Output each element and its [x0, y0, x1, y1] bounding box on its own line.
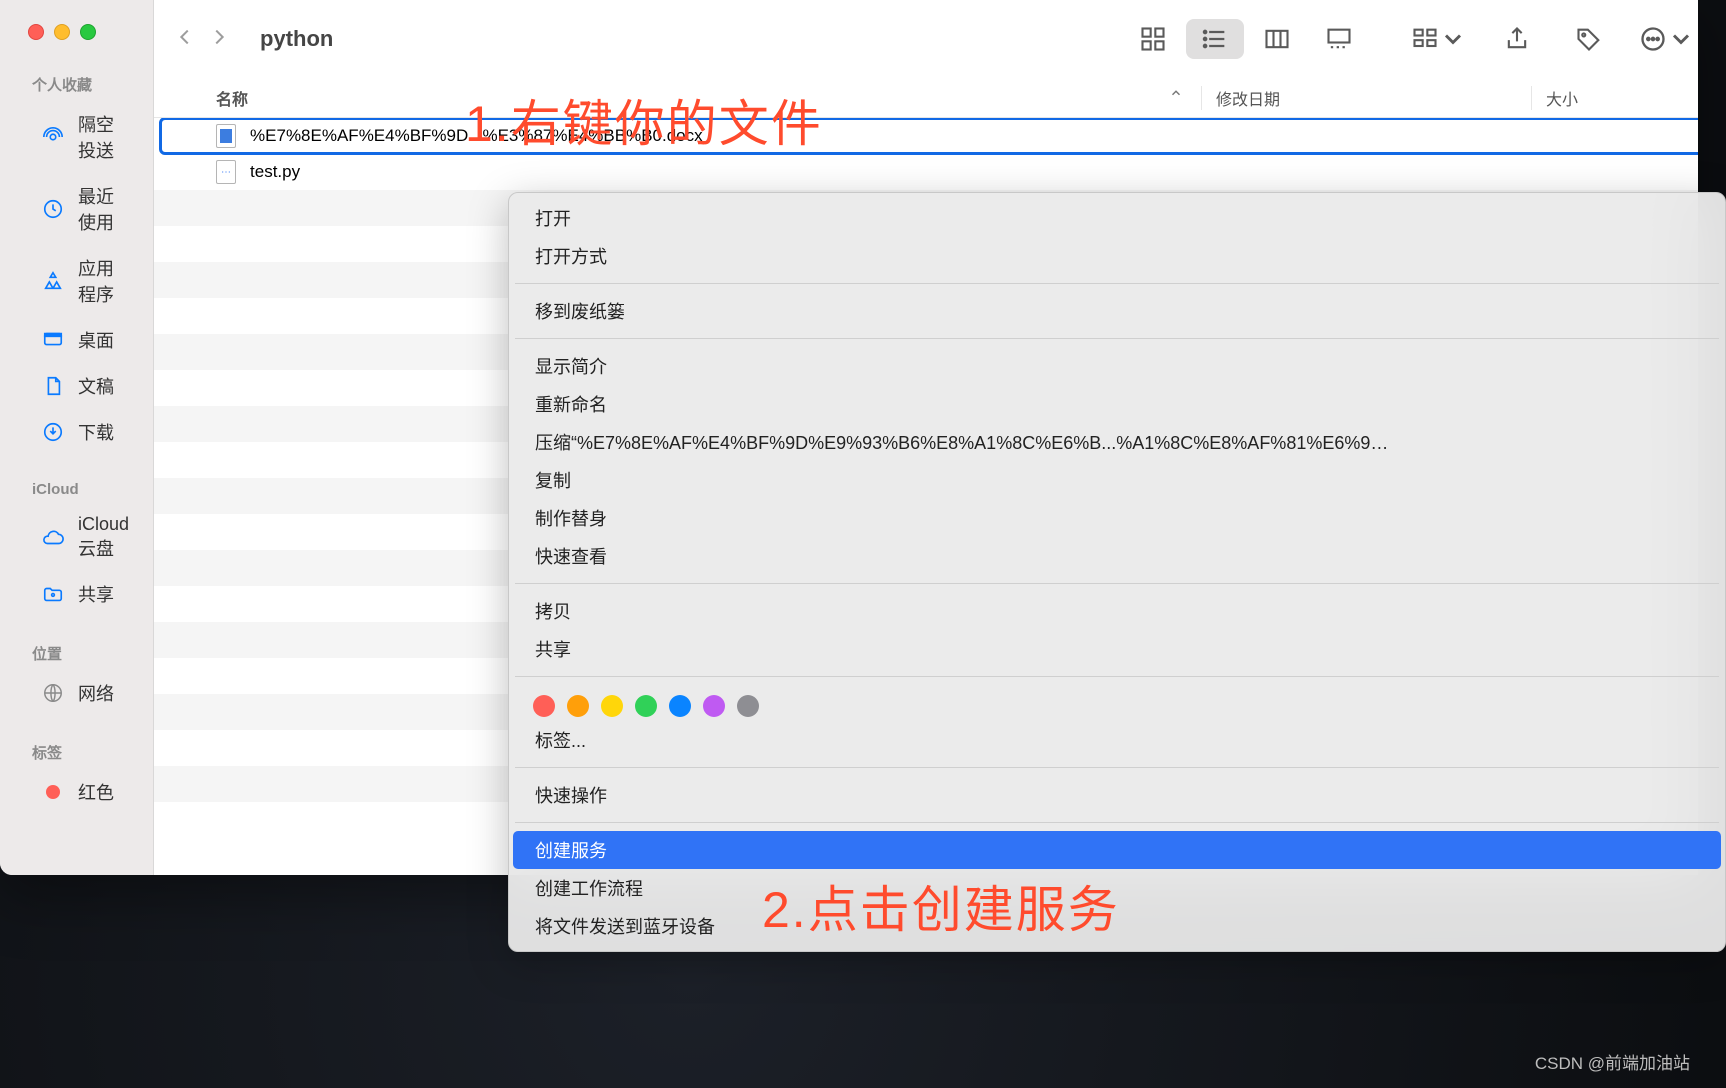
download-icon: [42, 421, 64, 443]
share-button[interactable]: [1488, 19, 1546, 59]
sidebar-item-label: 红色: [78, 779, 114, 805]
sidebar-item-label: iCloud 云盘: [78, 514, 129, 561]
ctx-separator: [515, 338, 1719, 339]
minimize-icon[interactable]: [54, 24, 70, 40]
sidebar-item-label: 最近使用: [78, 183, 129, 235]
ctx-separator: [515, 767, 1719, 768]
clock-icon: [42, 198, 64, 220]
view-gallery-button[interactable]: [1310, 19, 1368, 59]
tag-color-green[interactable]: [635, 695, 657, 717]
globe-icon: [42, 682, 64, 704]
view-list-button[interactable]: [1186, 19, 1244, 59]
action-menu-button[interactable]: [1632, 19, 1698, 59]
ctx-create-service[interactable]: 创建服务: [513, 831, 1721, 869]
desktop-icon: [42, 329, 64, 351]
ctx-trash[interactable]: 移到废纸篓: [509, 292, 1725, 330]
file-name: %E7%8E%AF%E4%BF%9D...%E3%87%E4%BB%B0.doc…: [250, 126, 703, 146]
ctx-duplicate[interactable]: 复制: [509, 461, 1725, 499]
file-row-selected[interactable]: %E7%8E%AF%E4%BF%9D...%E3%87%E4%BB%B0.doc…: [160, 118, 1698, 154]
sidebar-item-documents[interactable]: 文稿: [10, 365, 143, 407]
ctx-rename[interactable]: 重新命名: [509, 385, 1725, 423]
file-row[interactable]: ⋯ test.py: [154, 154, 1698, 190]
sidebar-item-network[interactable]: 网络: [10, 672, 143, 714]
ctx-open[interactable]: 打开: [509, 199, 1725, 237]
cloud-icon: [42, 527, 64, 549]
column-headers: 名称 修改日期 大小 种类: [154, 78, 1698, 118]
file-name: test.py: [250, 162, 300, 182]
ctx-open-with[interactable]: 打开方式: [509, 237, 1725, 275]
context-menu: 打开 打开方式 移到废纸篓 显示简介 重新命名 压缩“%E7%8E%AF%E4%…: [508, 192, 1726, 952]
tag-color-orange[interactable]: [567, 695, 589, 717]
tag-color-gray[interactable]: [737, 695, 759, 717]
airdrop-icon: [42, 126, 64, 148]
sidebar-item-desktop[interactable]: 桌面: [10, 319, 143, 361]
ctx-separator: [515, 283, 1719, 284]
col-name-label[interactable]: 名称: [216, 86, 248, 110]
ctx-make-alias[interactable]: 制作替身: [509, 499, 1725, 537]
nav-forward-button[interactable]: [208, 24, 228, 55]
sidebar-item-label: 应用程序: [78, 255, 129, 307]
ctx-separator: [515, 822, 1719, 823]
sharefolder-icon: [42, 583, 64, 605]
nav-back-button[interactable]: [174, 24, 194, 55]
sidebar-section-favorites: 个人收藏: [0, 64, 153, 101]
sidebar-item-label: 文稿: [78, 373, 114, 399]
sidebar-item-shared[interactable]: 共享: [10, 573, 143, 615]
ctx-tags-label[interactable]: 标签...: [509, 721, 1725, 759]
ctx-separator: [515, 583, 1719, 584]
doc-icon: [42, 375, 64, 397]
sidebar: 个人收藏 隔空投送 最近使用 应用程序 桌面: [0, 0, 154, 875]
sidebar-item-airdrop[interactable]: 隔空投送: [10, 103, 143, 171]
view-mode-group: [1124, 19, 1368, 59]
sidebar-item-label: 下载: [78, 419, 114, 445]
sort-ascending-icon[interactable]: [1169, 86, 1183, 110]
ctx-compress[interactable]: 压缩“%E7%8E%AF%E4%BF%9D%E9%93%B6%E8%A1%8C%…: [509, 423, 1725, 461]
view-columns-button[interactable]: [1248, 19, 1306, 59]
sidebar-item-iclouddrive[interactable]: iCloud 云盘: [10, 506, 143, 569]
ctx-get-info[interactable]: 显示简介: [509, 347, 1725, 385]
sidebar-item-label: 桌面: [78, 327, 114, 353]
word-file-icon: [216, 124, 236, 148]
tag-color-red[interactable]: [533, 695, 555, 717]
ctx-copy[interactable]: 拷贝: [509, 592, 1725, 630]
ctx-tag-colors: [509, 685, 1725, 721]
ctx-share[interactable]: 共享: [509, 630, 1725, 668]
col-size-label[interactable]: 大小: [1531, 86, 1698, 110]
close-icon[interactable]: [28, 24, 44, 40]
sidebar-item-recents[interactable]: 最近使用: [10, 175, 143, 243]
col-date-label[interactable]: 修改日期: [1201, 86, 1531, 110]
sidebar-item-applications[interactable]: 应用程序: [10, 247, 143, 315]
tag-red-icon: [42, 781, 64, 803]
sidebar-item-label: 隔空投送: [78, 111, 129, 163]
tag-color-blue[interactable]: [669, 695, 691, 717]
tag-color-purple[interactable]: [703, 695, 725, 717]
toolbar: python: [154, 0, 1698, 78]
ctx-quick-actions[interactable]: 快速操作: [509, 776, 1725, 814]
ctx-create-workflow[interactable]: 创建工作流程: [509, 869, 1725, 907]
sidebar-section-tags: 标签: [0, 732, 153, 769]
window-controls: [0, 24, 153, 64]
ctx-send-bluetooth[interactable]: 将文件发送到蓝牙设备: [509, 907, 1725, 945]
group-button[interactable]: [1404, 19, 1474, 59]
sidebar-item-tag-red[interactable]: 红色: [10, 771, 143, 813]
watermark: CSDN @前端加油站: [1535, 1049, 1690, 1074]
zoom-icon[interactable]: [80, 24, 96, 40]
sidebar-item-downloads[interactable]: 下载: [10, 411, 143, 453]
text-file-icon: ⋯: [216, 160, 236, 184]
sidebar-item-label: 网络: [78, 680, 114, 706]
tags-button[interactable]: [1560, 19, 1618, 59]
ctx-quicklook[interactable]: 快速查看: [509, 537, 1725, 575]
view-icons-button[interactable]: [1124, 19, 1182, 59]
apps-icon: [42, 270, 64, 292]
ctx-separator: [515, 676, 1719, 677]
tag-color-yellow[interactable]: [601, 695, 623, 717]
sidebar-section-icloud: iCloud: [0, 471, 153, 504]
sidebar-item-label: 共享: [78, 581, 114, 607]
sidebar-section-locations: 位置: [0, 633, 153, 670]
window-title: python: [260, 26, 333, 52]
